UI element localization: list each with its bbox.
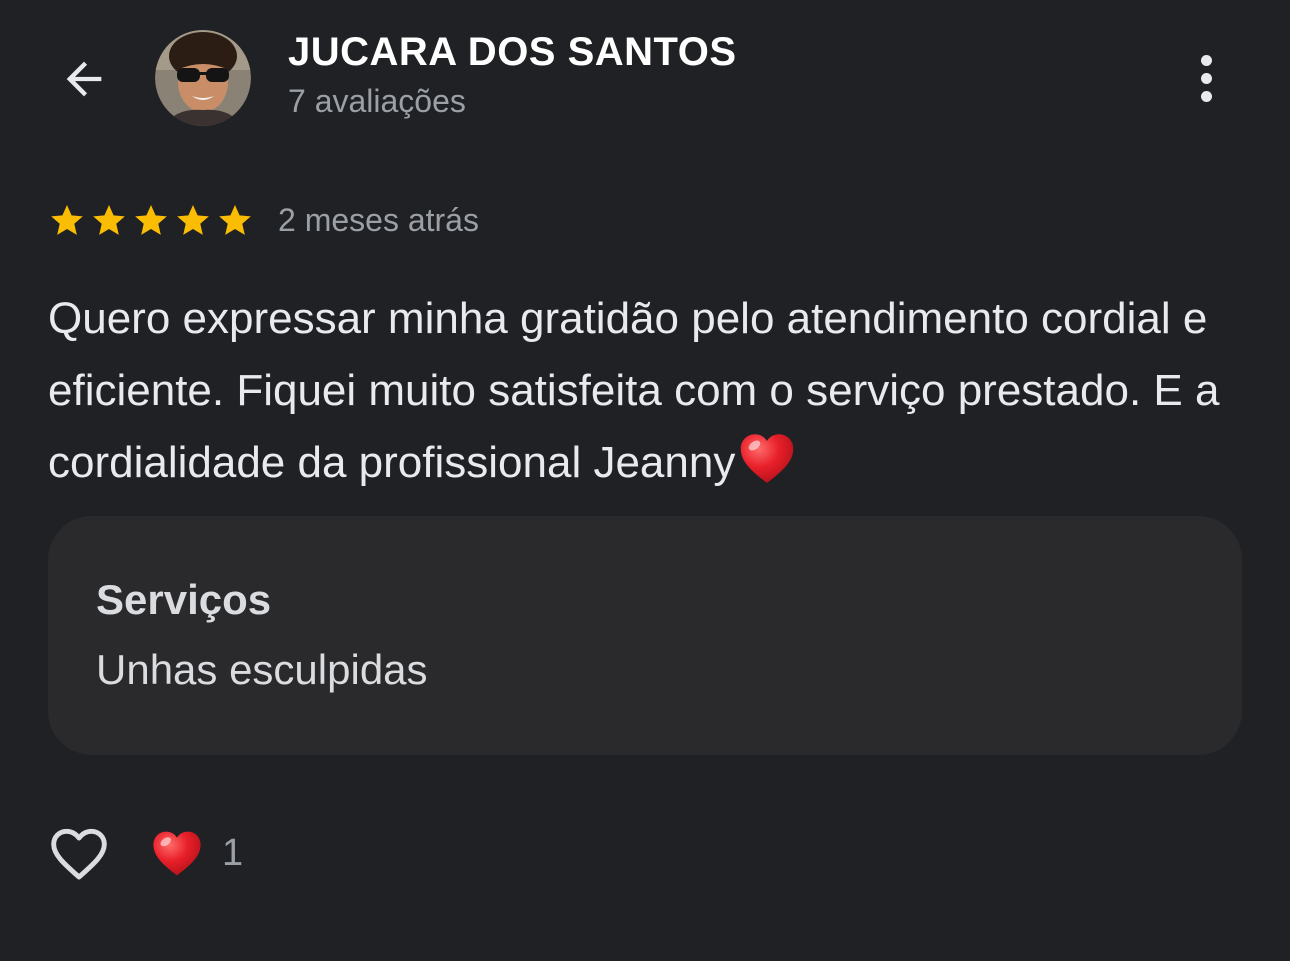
user-review-count: 7 avaliações <box>288 83 466 119</box>
user-photo <box>155 30 251 126</box>
review-date: 2 meses atrás <box>278 201 479 238</box>
rating-row: 2 meses atrás <box>48 198 479 242</box>
star-icon <box>177 204 209 235</box>
services-title: Serviços <box>96 576 272 623</box>
heart-emoji-icon <box>737 429 797 509</box>
more-options-button[interactable] <box>1180 46 1232 110</box>
reaction-count: 1 <box>222 831 244 874</box>
review-detail-page: JUCARA DOS SANTOS 7 avaliações 2 meses a… <box>0 0 1290 961</box>
review-text-block: Quero expressar minha gratidão pelo aten… <box>48 283 1248 509</box>
avatar[interactable] <box>155 30 251 126</box>
heart-outline-icon <box>51 828 107 880</box>
star-rating <box>48 201 254 239</box>
heart-emoji-icon <box>153 831 201 876</box>
star-icon <box>51 204 83 235</box>
services-card: Serviços Unhas esculpidas <box>48 516 1242 755</box>
back-button[interactable] <box>50 45 118 113</box>
review-text: Quero expressar minha gratidão pelo aten… <box>48 294 1220 487</box>
more-vertical-icon <box>1200 54 1212 66</box>
services-value: Unhas esculpidas <box>96 646 428 693</box>
star-icon <box>93 204 125 235</box>
star-icon <box>135 204 167 235</box>
user-name[interactable]: JUCARA DOS SANTOS <box>288 30 737 75</box>
arrow-left-icon <box>66 61 102 97</box>
more-vertical-icon-dot <box>1200 72 1212 84</box>
heart-reaction[interactable]: 1 <box>150 824 243 882</box>
like-button[interactable] <box>44 818 114 888</box>
star-icon <box>219 204 251 235</box>
more-vertical-icon-dot <box>1200 90 1212 102</box>
